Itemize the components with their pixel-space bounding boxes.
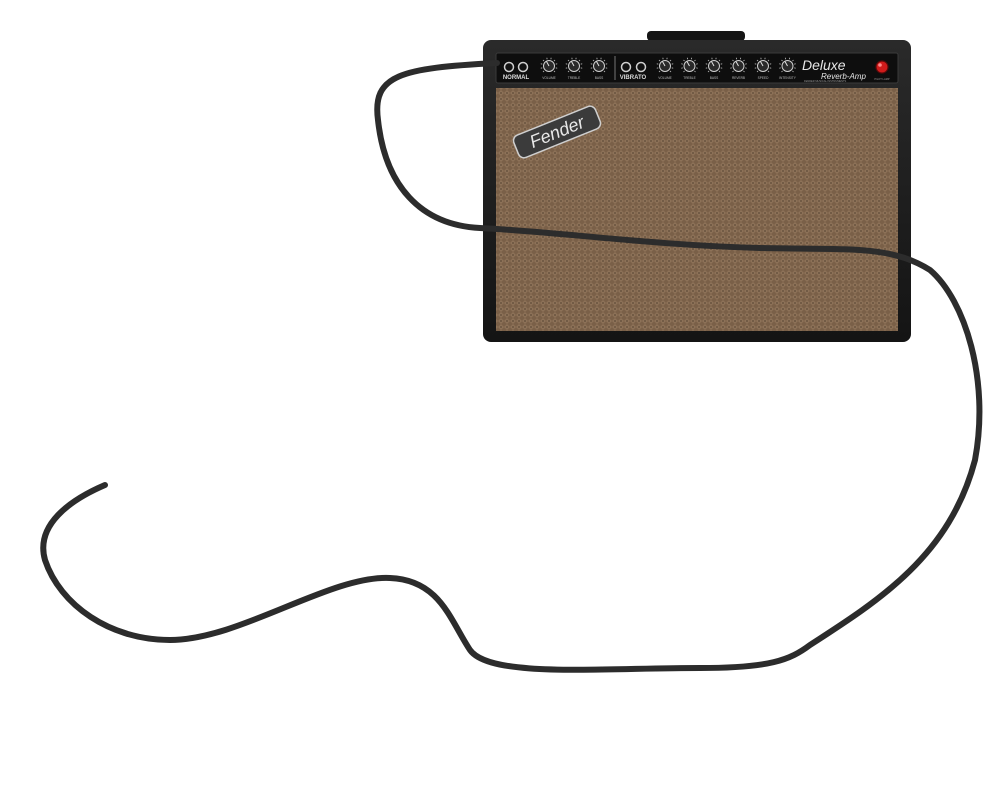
amplifier: NORMAL VOLUME TREBLE BASS VIBRATO VOLUME TR… — [483, 31, 911, 342]
knob-label: TREBLE — [568, 76, 580, 80]
carry-handle — [647, 31, 745, 41]
manufacturer-subtitle: FENDER MUSICAL INSTRUMENTS — [804, 79, 847, 83]
input-jack-icon[interactable] — [635, 61, 647, 73]
pilot-lamp-label: PILOT LAMP — [874, 77, 890, 81]
knob-label: BASS — [595, 76, 604, 80]
input-jack-icon[interactable] — [517, 61, 529, 73]
knob-label: VOLUME — [542, 76, 555, 80]
amp-scene: NORMAL VOLUME TREBLE BASS VIBRATO VOLUME TR… — [40, 31, 983, 673]
input-jack-icon[interactable] — [620, 61, 632, 73]
knob-label: SPEED — [758, 76, 770, 80]
knob-label: INTENSITY — [779, 76, 797, 80]
model-name-deluxe: Deluxe — [802, 57, 846, 73]
normal-channel-label: NORMAL — [503, 75, 530, 81]
lamp-highlight — [878, 63, 882, 67]
knob-label: TREBLE — [683, 76, 695, 80]
input-jack-icon[interactable] — [503, 61, 515, 73]
knob-label: BASS — [710, 76, 719, 80]
knob-label: VOLUME — [658, 76, 671, 80]
pilot-jewel-lamp-icon — [875, 60, 889, 74]
knob-label: REVERB — [732, 76, 745, 80]
vibrato-channel-label: VIBRATO — [620, 75, 647, 81]
